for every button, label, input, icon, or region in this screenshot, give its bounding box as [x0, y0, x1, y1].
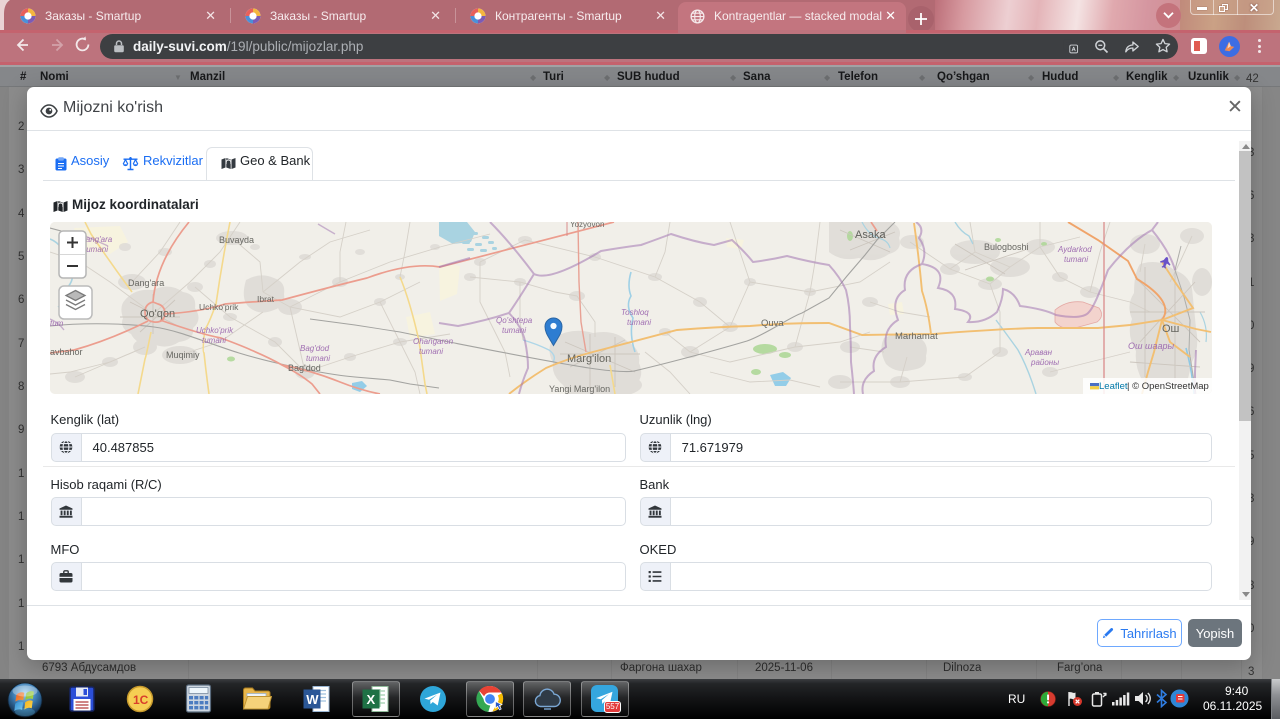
- svg-text:Buvayda: Buvayda: [219, 235, 254, 245]
- svg-text:Uchko'prik: Uchko'prik: [199, 302, 239, 312]
- svg-text:Ош шаары: Ош шаары: [1128, 341, 1174, 351]
- svg-text:tumani: tumani: [202, 336, 226, 345]
- svg-text:tumani: tumani: [306, 354, 330, 363]
- svg-text:Uchko'prik: Uchko'prik: [196, 326, 234, 335]
- svg-text:Marhamat: Marhamat: [895, 331, 938, 342]
- svg-text:Dang'ara: Dang'ara: [128, 278, 164, 288]
- svg-text:Ош: Ош: [1162, 323, 1180, 335]
- svg-text:Bulogboshi: Bulogboshi: [984, 242, 1029, 252]
- svg-text:tumani: tumani: [419, 347, 443, 356]
- svg-text:| © OpenStreetMap: | © OpenStreetMap: [1127, 381, 1209, 392]
- svg-text:Араван: Араван: [1024, 348, 1053, 357]
- svg-text:Ibrat: Ibrat: [257, 294, 275, 304]
- svg-text:Leaflet: Leaflet: [1099, 381, 1128, 392]
- svg-text:Marg'ilon: Marg'ilon: [567, 353, 611, 365]
- svg-text:tumani: tumani: [627, 318, 651, 327]
- svg-text:Bag'dod: Bag'dod: [288, 363, 321, 373]
- svg-text:Yozyovon: Yozyovon: [570, 222, 604, 229]
- svg-text:Muqimiy: Muqimiy: [166, 350, 200, 360]
- svg-text:Ohangaron: Ohangaron: [413, 337, 454, 346]
- svg-text:tum: tum: [50, 319, 64, 328]
- svg-text:X: X: [367, 692, 376, 707]
- svg-text:Yangi Marg'ilon: Yangi Marg'ilon: [549, 384, 610, 394]
- svg-text:Quva: Quva: [761, 318, 784, 329]
- svg-text:Aydarkod: Aydarkod: [1057, 245, 1092, 254]
- svg-text:Qo'shtepa: Qo'shtepa: [496, 316, 533, 325]
- svg-text:tumani: tumani: [1064, 255, 1088, 264]
- svg-text:tumani: tumani: [502, 326, 526, 335]
- svg-text:Bag'dod: Bag'dod: [300, 344, 330, 353]
- svg-text:tumani: tumani: [84, 245, 108, 254]
- svg-text:1C: 1C: [133, 693, 149, 707]
- svg-text:районы: районы: [1030, 358, 1059, 367]
- svg-text:Asaka: Asaka: [855, 229, 886, 241]
- svg-text:Qo'qon: Qo'qon: [140, 308, 175, 320]
- svg-text:Toshloq: Toshloq: [621, 308, 649, 317]
- svg-text:W: W: [306, 692, 319, 707]
- svg-text:avbahor: avbahor: [50, 347, 83, 357]
